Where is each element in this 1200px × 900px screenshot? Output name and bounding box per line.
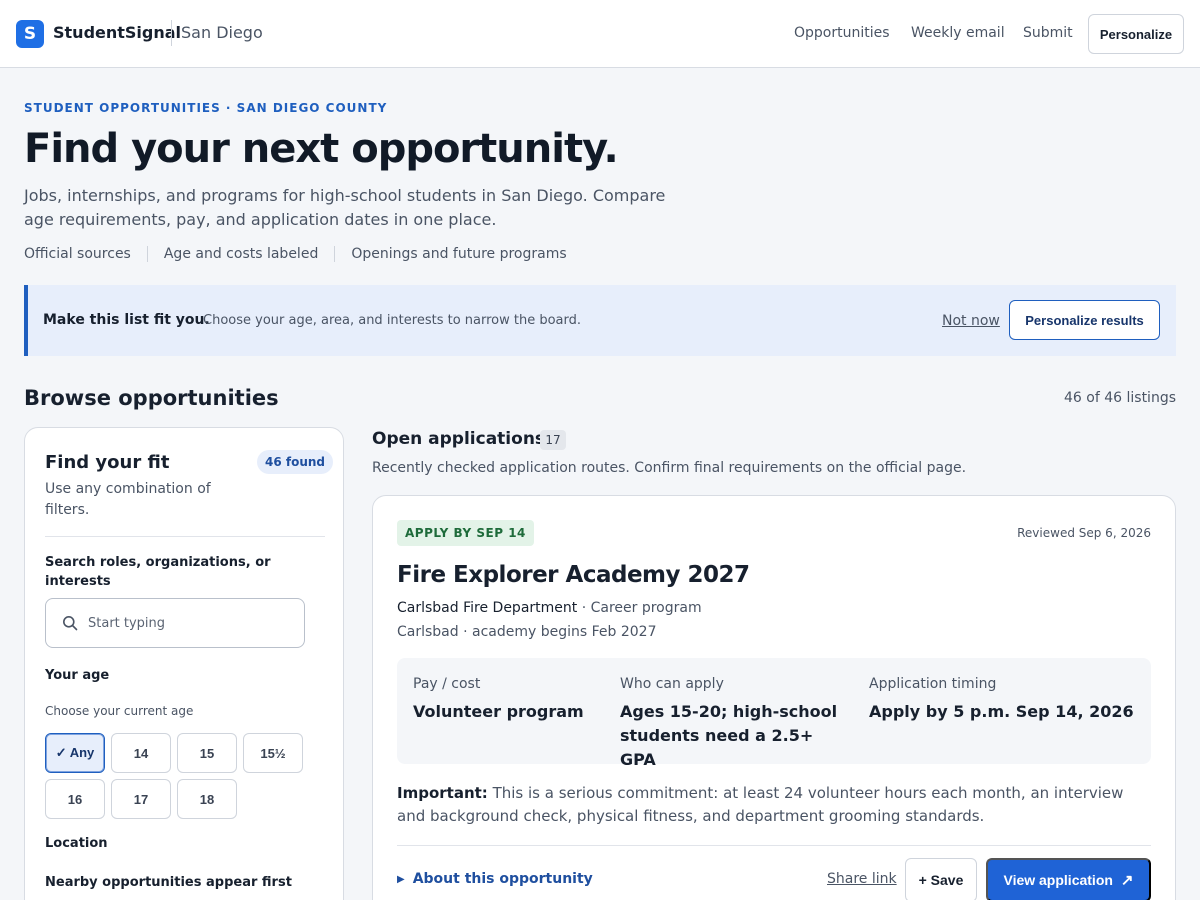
fact-pay: Pay / cost Volunteer program: [413, 676, 584, 724]
view-application-label: View application: [1003, 872, 1113, 888]
city-name: San Diego: [181, 23, 263, 42]
found-count-badge: 46 found: [257, 450, 334, 474]
tag-official-sources: Official sources: [24, 246, 131, 262]
fact-eligibility-label: Who can apply: [620, 676, 724, 692]
age-chip-16[interactable]: 16: [45, 779, 105, 819]
listing-facts: Pay / cost Volunteer program Who can app…: [397, 658, 1151, 769]
age-chip-15[interactable]: 15: [177, 733, 237, 773]
tag-age-costs: Age and costs labeled: [146, 246, 334, 262]
age-help-text: Choose your current age: [45, 704, 194, 718]
nav-opportunities[interactable]: Opportunities: [794, 25, 890, 41]
listing-title[interactable]: Fire Explorer Academy 2027: [397, 562, 750, 588]
search-icon: [63, 616, 78, 631]
age-chip-17[interactable]: 17: [111, 779, 171, 819]
hero-eyebrow: STUDENT OPPORTUNITIES · SAN DIEGO COUNTY: [24, 101, 388, 115]
listing-category: · Career program: [577, 600, 702, 616]
about-label: About this opportunity: [412, 871, 593, 887]
age-options: ✓ Any 14 15 15½ 16 17 18: [45, 733, 315, 819]
organization-name: Carlsbad Fire Department: [397, 600, 578, 616]
card-divider: [397, 845, 1151, 846]
open-applications-count: 17: [540, 430, 566, 450]
location-label: Location: [45, 836, 108, 851]
filter-title: Find your fit: [45, 452, 170, 473]
important-label: Important:: [397, 784, 488, 802]
nearby-label: Nearby opportunities appear first: [45, 875, 292, 890]
age-chip-15-half[interactable]: 15½: [243, 733, 303, 773]
open-applications-title: Open applications: [372, 429, 546, 449]
listing-count: 46 of 46 listings: [1064, 390, 1176, 406]
important-text: This is a serious commitment: at least 2…: [397, 784, 1124, 825]
brand-name[interactable]: StudentSignal: [53, 23, 181, 42]
personalize-banner: Make this list fit you. Choose your age,…: [24, 285, 1176, 356]
important-note: Important: This is a serious commitment:…: [397, 782, 1137, 828]
fact-timing-label: Application timing: [869, 676, 997, 692]
age-chip-14[interactable]: 14: [111, 733, 171, 773]
search-box[interactable]: [45, 598, 305, 648]
nav-weekly-email[interactable]: Weekly email: [911, 25, 1005, 41]
hero-tags: Official sources Age and costs labeled O…: [24, 244, 583, 264]
nav-submit[interactable]: Submit: [1023, 25, 1073, 41]
fact-pay-value: Volunteer program: [413, 702, 584, 721]
view-application-button[interactable]: View application ↗: [986, 858, 1151, 900]
age-label: Your age: [45, 668, 110, 683]
fact-timing-value: Apply by 5 p.m. Sep 14, 2026: [869, 702, 1134, 721]
reviewed-date: Reviewed Sep 6, 2026: [1017, 526, 1151, 540]
listing-organization: Carlsbad Fire Department · Career progra…: [397, 600, 702, 616]
fact-eligibility-value: Ages 15-20; high-school students need a …: [620, 702, 838, 769]
caret-right-icon: ▶: [397, 873, 405, 885]
deadline-badge: APPLY BY SEP 14: [397, 520, 534, 546]
search-label: Search roles, organizations, or interest…: [45, 555, 271, 589]
not-now-link[interactable]: Not now: [942, 313, 1000, 329]
fact-timing: Application timing Apply by 5 p.m. Sep 1…: [869, 676, 1134, 724]
age-chip-any[interactable]: ✓ Any: [45, 733, 105, 773]
page-title: Find your next opportunity.: [24, 126, 619, 172]
browse-title: Browse opportunities: [24, 386, 279, 410]
personalize-results-button[interactable]: Personalize results: [1009, 300, 1160, 340]
save-button[interactable]: + Save: [905, 858, 977, 900]
banner-heading: Make this list fit you.: [43, 312, 210, 328]
open-applications-subtitle: Recently checked application routes. Con…: [372, 460, 967, 476]
search-input[interactable]: [88, 615, 288, 631]
filter-divider: [45, 536, 325, 537]
personalize-button[interactable]: Personalize: [1088, 14, 1184, 54]
about-toggle[interactable]: ▶ About this opportunity: [397, 871, 593, 887]
top-navigation-bar: S StudentSignal San Diego Opportunities …: [0, 0, 1200, 68]
external-link-icon: ↗: [1120, 872, 1134, 889]
fact-eligibility: Who can apply Ages 15-20; high-school st…: [620, 676, 840, 772]
filter-panel: Find your fit 46 found Use any combinati…: [24, 427, 344, 900]
logo-icon[interactable]: S: [16, 20, 44, 48]
listing-card: APPLY BY SEP 14 Reviewed Sep 6, 2026 Fir…: [372, 495, 1176, 900]
brand-divider: [171, 20, 172, 46]
age-chip-18[interactable]: 18: [177, 779, 237, 819]
filter-subtitle: Use any combination of filters.: [45, 481, 211, 518]
banner-text: Choose your age, area, and interests to …: [203, 313, 582, 328]
share-link[interactable]: Share link: [827, 871, 897, 887]
tag-openings: Openings and future programs: [334, 246, 582, 262]
hero-subtitle: Jobs, internships, and programs for high…: [24, 186, 666, 229]
fact-pay-label: Pay / cost: [413, 676, 481, 692]
listing-location: Carlsbad · academy begins Feb 2027: [397, 624, 657, 640]
